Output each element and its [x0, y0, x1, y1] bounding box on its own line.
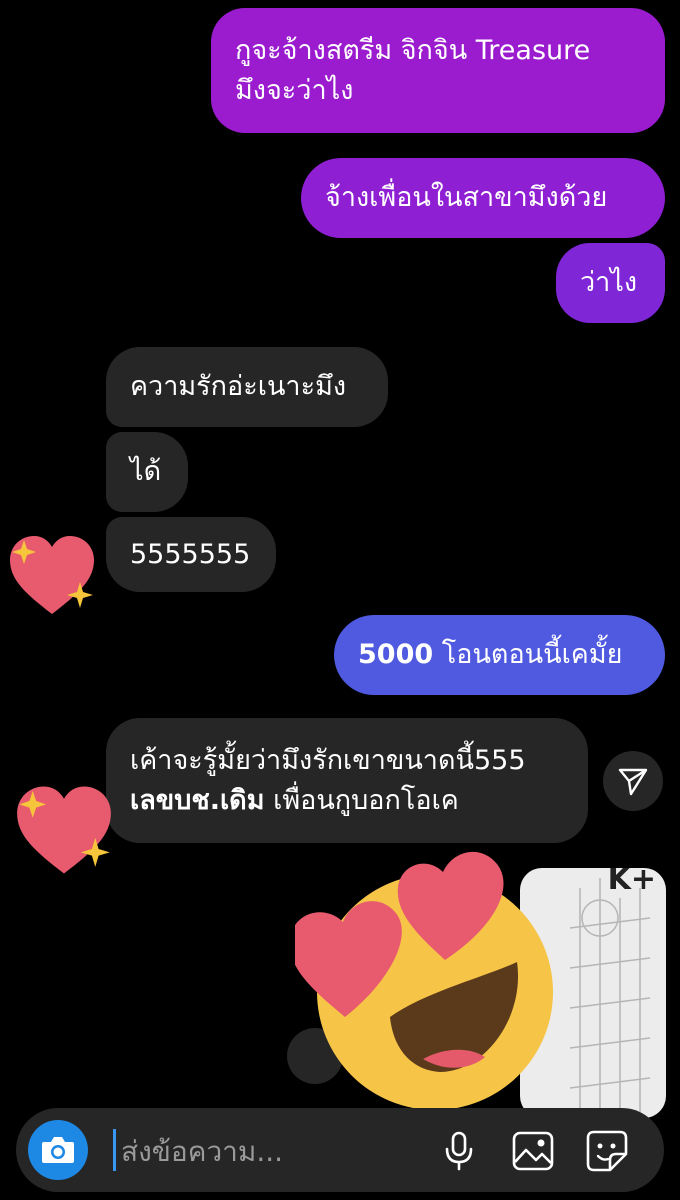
camera-icon: [42, 1137, 74, 1163]
message-text-line: 5555555: [130, 538, 251, 570]
received-message[interactable]: ความรักอ่ะเนาะมึง: [106, 347, 388, 427]
sticker-icon: [586, 1130, 628, 1172]
sent-message[interactable]: 5000 โอนตอนนี้เคมั้ย: [334, 615, 665, 695]
message-text: โอนตอนนี้เคมั้ย: [433, 639, 623, 670]
voice-message-button[interactable]: [436, 1128, 482, 1174]
message-text-line: กูจะจ้างสตรีม จิกจิน Treasure: [235, 34, 591, 66]
sent-message[interactable]: ว่าไง: [556, 243, 665, 323]
paper-plane-icon: [618, 768, 648, 796]
message-text-line: ได้: [130, 456, 162, 487]
message-bold-text: 5000: [358, 639, 434, 670]
sent-message[interactable]: จ้างเพื่อนในสาขามึงด้วย: [301, 158, 665, 238]
text-cursor: [113, 1129, 116, 1171]
message-bold-text: เลขบช.เดิม: [130, 784, 265, 816]
sparkling-heart-icon: [10, 536, 94, 614]
message-text-line: 5000 โอนตอนนี้เคมั้ย: [358, 635, 641, 675]
message-text-line: มึงจะว่าไง: [235, 74, 354, 106]
smiling-face-with-heart-eyes-icon: [295, 851, 553, 1110]
message-text-line: ความรักอ่ะเนาะมึง: [130, 371, 347, 402]
sticker-button[interactable]: [584, 1128, 630, 1174]
message-text-line: ว่าไง: [580, 267, 638, 298]
image-icon: [512, 1131, 554, 1171]
received-message[interactable]: เค้าจะรู้มั้ยว่ามึงรักเขาขนาดนี้555 เลขบ…: [106, 718, 588, 843]
message-text-line: จ้างเพื่อนในสาขามึงด้วย: [325, 182, 608, 213]
received-message[interactable]: ได้: [106, 432, 188, 512]
received-message[interactable]: 5555555: [106, 517, 276, 592]
sparkling-heart-icon: [17, 786, 111, 874]
message-text-line: เค้าจะรู้มั้ยว่ามึงรักเขาขนาดนี้555: [130, 744, 526, 776]
camera-button[interactable]: [28, 1120, 88, 1180]
message-text: เพื่อนกูบอกโอเค: [264, 784, 459, 816]
message-composer: [16, 1108, 664, 1192]
share-button[interactable]: [603, 751, 663, 811]
message-text-line: เลขบช.เดิม เพื่อนกูบอกโอเค: [130, 781, 564, 821]
sent-message[interactable]: กูจะจ้างสตรีม จิกจิน Treasure มึงจะว่าไง: [211, 8, 665, 133]
message-input[interactable]: [119, 1126, 423, 1176]
microphone-icon: [445, 1131, 473, 1171]
gallery-button[interactable]: [510, 1128, 556, 1174]
